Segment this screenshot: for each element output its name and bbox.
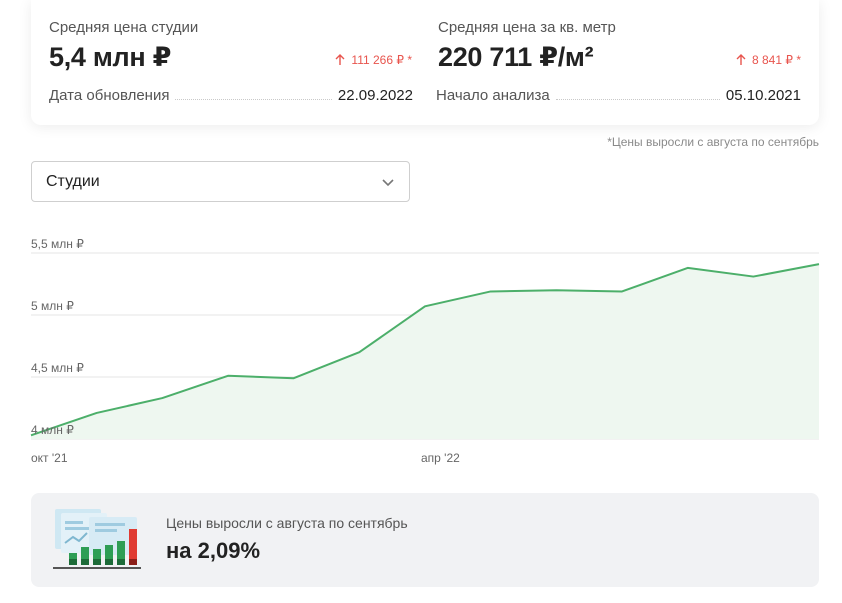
price-chart: 4 млн ₽ 4,5 млн ₽ 5 млн ₽ 5,5 млн ₽ окт '21 а… bbox=[0, 225, 842, 475]
stats-card: Средняя цена студии 5,4 млн ₽ 111 266 ₽ … bbox=[31, 0, 819, 125]
y-tick-label: 4 млн ₽ bbox=[31, 423, 74, 437]
update-date-row: Дата обновления 22.09.2022 bbox=[49, 87, 413, 104]
dotted-leader bbox=[555, 98, 720, 100]
sqm-price-label: Средняя цена за кв. метр bbox=[438, 19, 616, 36]
sqm-price-value: 220 711 ₽/м² bbox=[438, 42, 594, 72]
property-type-selected: Студии bbox=[46, 172, 100, 190]
update-date-label: Дата обновления bbox=[49, 87, 170, 104]
update-date-value: 22.09.2022 bbox=[337, 87, 413, 104]
summary-value: на 2,09% bbox=[166, 538, 261, 563]
price-footnote: *Цены выросли с августа по сентябрь bbox=[607, 135, 819, 149]
studio-price-label: Средняя цена студии bbox=[49, 19, 199, 36]
dotted-leader bbox=[175, 98, 332, 100]
price-growth-illustration-icon bbox=[53, 509, 141, 569]
arrow-up-icon bbox=[736, 54, 746, 65]
arrow-up-icon bbox=[335, 54, 345, 65]
studio-price-delta: 111 266 ₽ * bbox=[335, 53, 412, 67]
x-tick-label: апр '22 bbox=[421, 451, 460, 465]
sqm-price-delta-value: 8 841 ₽ * bbox=[751, 53, 801, 67]
price-chart-svg: 4 млн ₽ 4,5 млн ₽ 5 млн ₽ 5,5 млн ₽ окт '21 а… bbox=[30, 237, 820, 465]
y-tick-label: 5,5 млн ₽ bbox=[31, 237, 84, 251]
property-type-select[interactable]: Студии bbox=[31, 161, 410, 202]
y-tick-label: 5 млн ₽ bbox=[31, 299, 74, 313]
price-area bbox=[31, 264, 819, 439]
summary-card: Цены выросли с августа по сентябрь на 2,… bbox=[31, 493, 819, 587]
x-tick-label: окт '21 bbox=[31, 451, 68, 465]
analysis-start-label: Начало анализа bbox=[436, 87, 550, 104]
summary-text: Цены выросли с августа по сентябрь bbox=[166, 515, 408, 531]
analysis-start-row: Начало анализа 05.10.2021 bbox=[436, 87, 801, 104]
sqm-price-delta: 8 841 ₽ * bbox=[736, 53, 801, 67]
analysis-start-value: 05.10.2021 bbox=[725, 87, 801, 104]
studio-price-value: 5,4 млн ₽ bbox=[49, 42, 172, 72]
studio-price-delta-value: 111 266 ₽ * bbox=[351, 53, 412, 67]
chevron-down-icon bbox=[382, 179, 394, 187]
y-tick-label: 4,5 млн ₽ bbox=[31, 361, 84, 375]
